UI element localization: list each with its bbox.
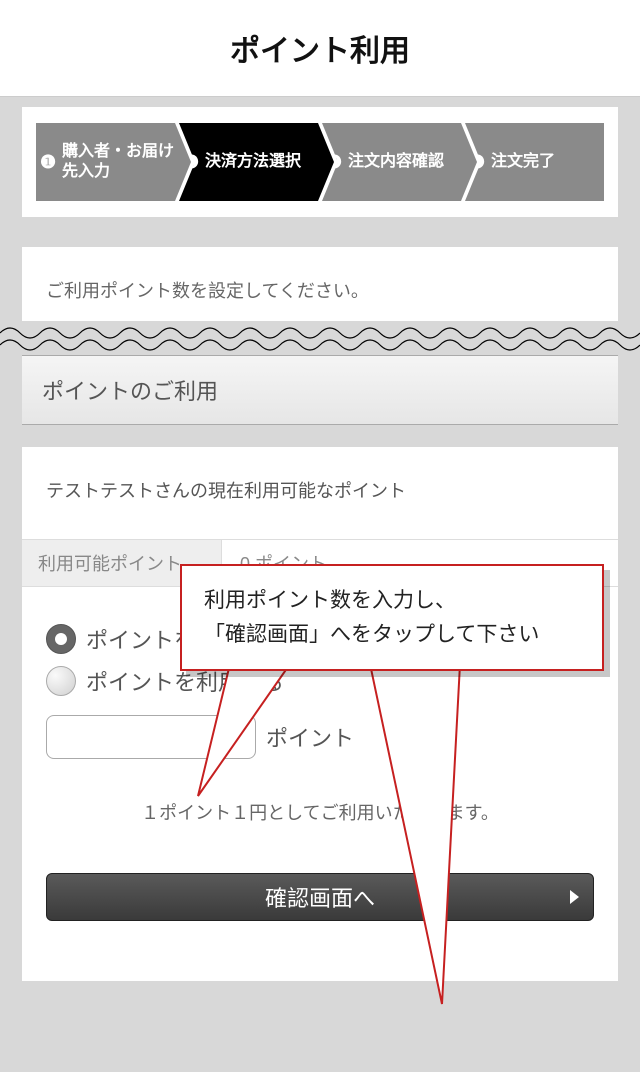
callout-line-1: 利用ポイント数を入力し、 — [204, 584, 580, 618]
checkout-steps: ❶ 購入者・お届け先入力 ❷ 決済方法選択 ❸ 注文内容確認 ❹ 注 — [22, 107, 618, 217]
page-title: ポイント利用 — [0, 0, 640, 97]
step-4-label: 注文完了 — [491, 152, 555, 172]
step-2-label: 決済方法選択 — [205, 152, 301, 172]
section-divider-icon — [0, 321, 640, 355]
confirm-button-label: 確認画面へ — [265, 881, 375, 913]
points-unit-label: ポイント — [266, 721, 354, 753]
callout-line-2: 「確認画面」へをタップして下さい — [204, 618, 580, 652]
points-input[interactable] — [46, 715, 256, 759]
points-note: １ポイント１円としてご利用いただけます。 — [22, 799, 618, 825]
prompt-text: ご利用ポイント数を設定してください。 — [22, 247, 618, 321]
step-3: ❸ 注文内容確認 — [322, 123, 461, 201]
step-3-label: 注文内容確認 — [348, 152, 444, 172]
step-1-label: 購入者・お届け先入力 — [62, 142, 175, 182]
available-points-heading: テストテストさんの現在利用可能なポイント — [22, 477, 618, 539]
chevron-right-icon — [570, 890, 579, 904]
annotation-callout: 利用ポイント数を入力し、 「確認画面」へをタップして下さい — [180, 564, 604, 671]
step-1-num: ❶ — [40, 151, 60, 174]
step-1: ❶ 購入者・お届け先入力 — [36, 123, 175, 201]
radio-icon — [46, 666, 76, 696]
radio-icon — [46, 624, 76, 654]
step-4: ❹ 注文完了 — [465, 123, 604, 201]
points-card: テストテストさんの現在利用可能なポイント 利用可能ポイント 0 ポイント ポイン… — [22, 447, 618, 981]
step-2: ❷ 決済方法選択 — [179, 123, 318, 201]
confirm-button[interactable]: 確認画面へ — [46, 873, 594, 921]
section-header-points: ポイントのご利用 — [22, 355, 618, 425]
